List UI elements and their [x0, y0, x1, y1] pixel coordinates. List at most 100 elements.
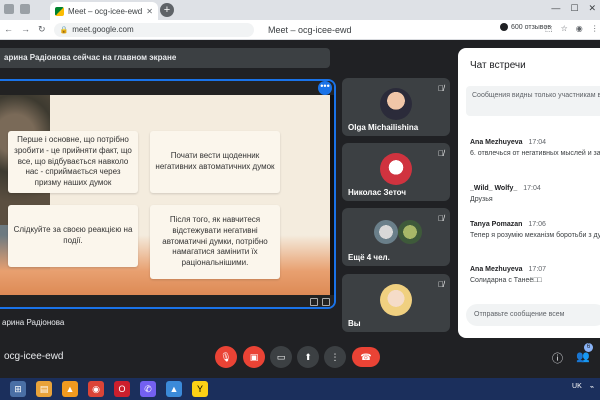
message-time: 17:07 — [528, 266, 547, 273]
end-call-button[interactable]: ☎ — [352, 347, 380, 367]
hang-up-icon: ☎ — [360, 351, 372, 362]
mic-toggle-button[interactable]: 🎙 — [215, 346, 237, 368]
message-author: Ana Mezhuyeva — [470, 266, 523, 273]
opera-icon[interactable]: O — [114, 381, 130, 397]
browser-tab-meet[interactable]: Meet – ocg-icee-ewd ✕ — [50, 2, 158, 20]
message-time: 17:04 — [528, 139, 547, 146]
browser-tab-title: Meet – ocg-icee-ewd — [68, 6, 143, 16]
presentation-bottombar — [0, 295, 334, 307]
chat-notice: Сообщения видны только участникам вс… не… — [466, 86, 600, 116]
message-text: Солидарна с Танеё□□ — [470, 277, 542, 285]
profile-icon[interactable]: ◉ — [576, 24, 583, 33]
camera-toggle-button[interactable]: ▣ — [243, 346, 265, 368]
chat-message: Tanya Pomazan 17:06 Тепер я розумію механ… — [470, 220, 600, 241]
yandex-icon[interactable]: Y — [192, 381, 208, 397]
browser-toolbar: ← → ↻ 🔒 meet.google.com Meet – ocg-icee-… — [0, 20, 600, 40]
people-icon: 👥 — [576, 351, 590, 363]
address-bar[interactable]: 🔒 meet.google.com — [53, 22, 254, 37]
extension-icon[interactable]: ⬚ — [545, 24, 553, 33]
vlc-icon[interactable]: ▲ — [62, 381, 78, 397]
avatar — [380, 153, 412, 185]
reload-icon[interactable]: ↻ — [38, 24, 46, 35]
presentation-tile[interactable]: Перше і основне, що потрібно зробити - ц… — [0, 79, 336, 309]
slide: Перше і основне, що потрібно зробити - ц… — [0, 95, 330, 295]
new-tab-button[interactable]: + — [160, 3, 174, 17]
more-options-icon[interactable]: ••• — [318, 81, 332, 95]
browser-tabstrip: Meet – ocg-icee-ewd ✕ + — ☐ ✕ — [0, 0, 600, 20]
lock-icon: 🔒 — [59, 26, 69, 34]
present-button[interactable]: ⬆ — [297, 346, 319, 368]
window-controls: — ☐ ✕ — [551, 3, 596, 14]
meeting-code: ocg-icee-ewd — [4, 351, 64, 362]
tab-close-icon[interactable]: ✕ — [146, 7, 153, 16]
message-time: 17:04 — [523, 185, 541, 192]
message-author: Tanya Pomazan — [470, 221, 523, 228]
minimize-presentation-icon[interactable] — [310, 298, 318, 306]
message-author: Ana Mezhuyeva — [470, 139, 523, 146]
participant-name: Николас Зеточ — [348, 188, 406, 197]
window-page-title: Meet – ocg-icee-ewd — [268, 25, 352, 35]
close-window-button[interactable]: ✕ — [588, 3, 596, 14]
mic-off-icon: 🎙̸ — [438, 149, 444, 158]
keyboard-language[interactable]: UK — [572, 383, 582, 391]
chat-input[interactable]: Отправьте сообщение всем — [466, 304, 600, 326]
triangle-app-icon[interactable]: ▲ — [166, 381, 182, 397]
presenting-banner: арина Радіонова сейчас на главном экране — [0, 48, 330, 68]
forward-arrow-icon[interactable]: → — [21, 24, 30, 35]
chrome-icon[interactable]: ◉ — [88, 381, 104, 397]
message-text: 6. отвлечься от негативных мыслей и за… … — [470, 150, 600, 158]
system-tray: UK ⌁ — [572, 383, 594, 391]
maximize-button[interactable]: ☐ — [570, 3, 578, 14]
start-icon[interactable]: ⊞ — [10, 381, 26, 397]
avatar — [380, 284, 412, 316]
message-author: _Wild_ Wolfy_ — [470, 185, 518, 192]
minimize-button[interactable]: — — [551, 3, 560, 14]
slide-card-2: Почати вести щоденник негативних автомат… — [150, 131, 280, 193]
participant-name: Olga Michailishina — [348, 123, 419, 132]
participant-tile[interactable]: 🎙̸ Николас Зеточ — [342, 143, 450, 201]
avatar — [374, 220, 398, 244]
more-vert-icon: ⋮ — [330, 351, 340, 362]
network-icon[interactable]: ⌁ — [590, 383, 594, 391]
avatar — [398, 220, 422, 244]
participant-name: Вы — [348, 319, 361, 328]
message-time: 17:06 — [528, 221, 546, 228]
os-taskbar: ⊞ ▤ ▲ ◉ O ✆ ▲ Y UK ⌁ — [0, 378, 600, 400]
chat-panel: Чат встречи Сообщения видны только участ… — [458, 48, 600, 338]
participant-name: Ещё 4 чел. — [348, 253, 390, 262]
chat-message: _Wild_ Wolfy_ 17:04 Друзья — [470, 184, 600, 205]
slide-card-4: Після того, як навчитеся відстежувати не… — [150, 205, 280, 279]
slide-card-3: Слідкуйте за своєю реакцією на події. — [8, 205, 138, 267]
reviews-extension[interactable]: 600 отзывов — [500, 23, 551, 31]
presenter-name: арина Радіонова — [2, 318, 65, 327]
more-options-button[interactable]: ⋮ — [324, 346, 346, 368]
presentation-topbar — [0, 81, 334, 95]
chat-title: Чат встречи — [470, 60, 526, 71]
back-arrow-icon[interactable]: ← — [4, 24, 13, 35]
present-icon: ⬆ — [304, 351, 312, 362]
reviews-icon — [500, 23, 508, 31]
fullscreen-icon[interactable] — [322, 298, 330, 306]
participant-tile-more[interactable]: 🎙̸ Ещё 4 чел. — [342, 208, 450, 266]
captions-button[interactable]: ▭ — [270, 346, 292, 368]
tab-search-icon[interactable] — [4, 4, 14, 14]
participant-tile-self[interactable]: 🎙̸ Вы — [342, 274, 450, 332]
participants-count-badge: 6 — [584, 343, 593, 352]
mic-off-icon: 🎙̸ — [438, 280, 444, 289]
star-icon[interactable]: ☆ — [561, 24, 568, 33]
file-explorer-icon[interactable]: ▤ — [36, 381, 52, 397]
viber-icon[interactable]: ✆ — [140, 381, 156, 397]
captions-icon: ▭ — [276, 351, 286, 362]
avatar — [380, 88, 412, 120]
toolbar-right-tools: ⬚ ☆ ◉ ⋮ — [545, 24, 599, 33]
info-button[interactable]: ⓘ — [552, 350, 563, 366]
url-text: meet.google.com — [72, 25, 134, 34]
mic-off-icon: 🎙̸ — [438, 214, 444, 223]
chat-message: Ana Mezhuyeva 17:07 Солидарна с Танеё□□ — [470, 265, 600, 286]
participant-tile[interactable]: 🎙̸ Olga Michailishina — [342, 78, 450, 136]
chat-message: Ana Mezhuyeva 17:04 6. отвлечься от негат… — [470, 138, 600, 159]
info-icon: ⓘ — [552, 353, 563, 365]
tab-group-icon[interactable] — [20, 4, 30, 14]
mic-off-icon: 🎙̸ — [438, 84, 444, 93]
menu-icon[interactable]: ⋮ — [591, 24, 599, 33]
